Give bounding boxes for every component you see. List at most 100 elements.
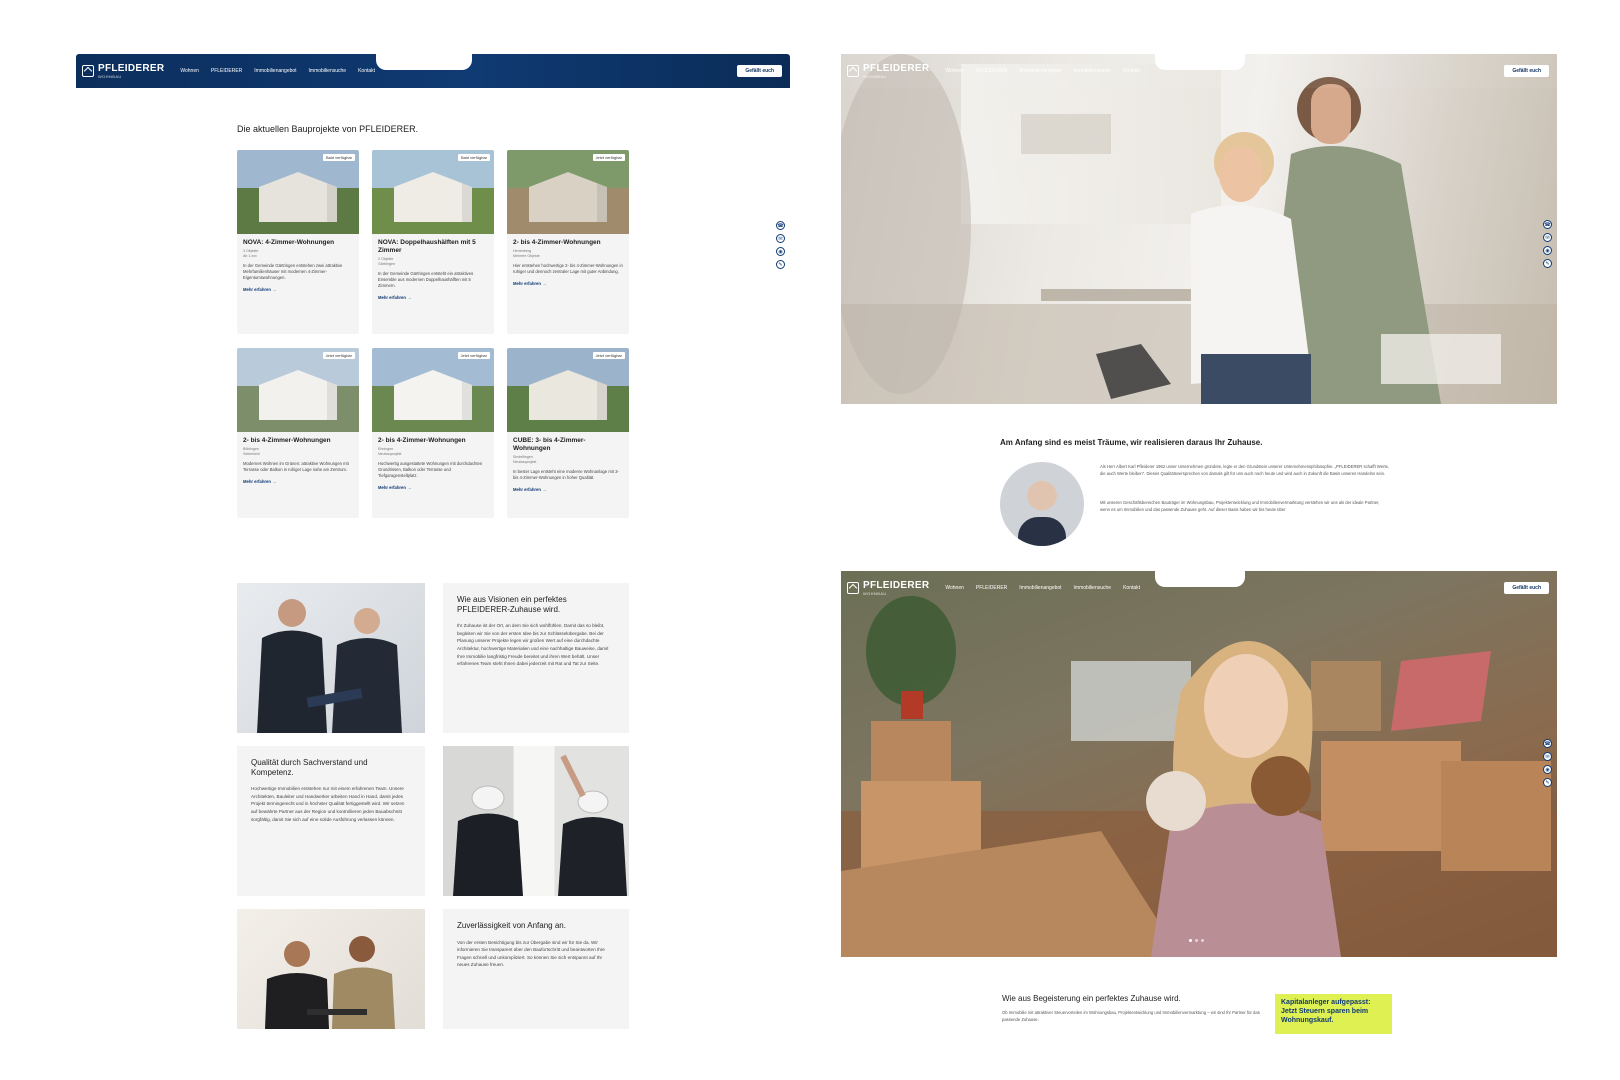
whatsapp-icon[interactable]: ◉ bbox=[1543, 246, 1552, 255]
project-more-link[interactable]: Mehr erfahren → bbox=[243, 479, 353, 484]
project-meta: Böblingen Seitenlicht bbox=[243, 447, 260, 456]
mail-icon[interactable]: ✉ bbox=[776, 234, 785, 243]
project-card[interactable]: Bald verfügbar NOVA: Doppelhaushälften mi… bbox=[372, 150, 494, 334]
nav-item-immobilienangebot[interactable]: Immobilienangebot bbox=[254, 68, 296, 74]
nav-item-kontakt[interactable]: Kontakt bbox=[1123, 585, 1140, 591]
slider-dot[interactable] bbox=[1201, 939, 1204, 942]
project-description: In der Gemeinde Gärtringen entsteht ein … bbox=[378, 270, 474, 289]
nav-item-immobilienangebot[interactable]: Immobilienangebot bbox=[1019, 585, 1061, 591]
project-card[interactable]: Bald verfügbar NOVA: 4-Zimmer-Wohnungen 3 … bbox=[237, 150, 359, 334]
contact-button[interactable]: Gefällt euch bbox=[737, 65, 782, 77]
project-more-label: Mehr erfahren bbox=[513, 487, 541, 493]
project-more-link[interactable]: Mehr erfahren → bbox=[513, 487, 623, 492]
mail-icon[interactable]: ✉ bbox=[1543, 752, 1552, 761]
chat-icon[interactable]: ✎ bbox=[776, 260, 785, 269]
construction-workers-photo bbox=[443, 746, 629, 896]
nav-item-pfleiderer[interactable]: PFLEIDERER bbox=[976, 68, 1007, 74]
nav-item-pfleiderer[interactable]: PFLEIDERER bbox=[211, 68, 242, 74]
slider-dot[interactable] bbox=[1189, 939, 1192, 942]
whatsapp-icon[interactable]: ◉ bbox=[776, 247, 785, 256]
project-more-link[interactable]: Mehr erfahren → bbox=[243, 287, 353, 292]
nav-item-kontakt[interactable]: Kontakt bbox=[1123, 68, 1140, 74]
phone-icon[interactable]: ☎ bbox=[1543, 739, 1552, 748]
project-card[interactable]: Jetzt verfügbar 2- bis 4-Zimmer-Wohnungen… bbox=[372, 348, 494, 518]
chat-icon[interactable]: ✎ bbox=[1543, 778, 1552, 787]
project-title: NOVA: 4-Zimmer-Wohnungen bbox=[243, 239, 335, 246]
project-card[interactable]: Jetzt verfügbar 2- bis 4-Zimmer-Wohnungen… bbox=[237, 348, 359, 518]
nav-item-immobiliensuche[interactable]: Immobiliensuche bbox=[1074, 585, 1112, 591]
enthusiasm-paragraph: Ob Immobilie mit attraktiver Steuervorte… bbox=[1002, 1010, 1260, 1022]
consulting-photo bbox=[237, 909, 425, 1029]
hero-couple: PFLEIDERER WOHNBAU Wohnen PFLEIDERER Immo… bbox=[841, 54, 1557, 404]
nav-item-immobiliensuche[interactable]: Immobiliensuche bbox=[309, 68, 347, 74]
quality-card-vision: Wie aus Visionen ein perfektes PFLEIDERE… bbox=[443, 583, 629, 733]
chat-icon[interactable]: ✎ bbox=[1543, 259, 1552, 268]
nav-item-kontakt[interactable]: Kontakt bbox=[358, 68, 375, 74]
project-title: 2- bis 4-Zimmer-Wohnungen bbox=[378, 437, 466, 444]
hero-girl-navigation: PFLEIDERER WOHNBAU Wohnen PFLEIDERER Immo… bbox=[841, 571, 1557, 605]
project-status-badge: Jetzt verfügbar bbox=[592, 154, 625, 161]
brand-logo[interactable]: PFLEIDERER WOHNBAU bbox=[82, 63, 164, 79]
project-status-badge: Jetzt verfügbar bbox=[322, 352, 355, 359]
project-more-link[interactable]: Mehr erfahren → bbox=[513, 281, 623, 286]
phone-icon[interactable]: ☎ bbox=[1543, 220, 1552, 229]
nav-item-pfleiderer[interactable]: PFLEIDERER bbox=[976, 585, 1007, 591]
hero-girl-image bbox=[841, 596, 1557, 957]
hero-couple-navigation: PFLEIDERER WOHNBAU Wohnen PFLEIDERER Immo… bbox=[841, 54, 1557, 88]
project-card[interactable]: Jetzt verfügbar CUBE: 3- bis 4-Zimmer-Woh… bbox=[507, 348, 629, 518]
contact-side-rail: ☎ ✉ ◉ ✎ bbox=[1543, 220, 1552, 268]
house-logo-icon bbox=[847, 582, 859, 594]
phone-icon[interactable]: ☎ bbox=[776, 221, 785, 230]
quality-reliability-body: Von der ersten Besichtigung bis zur Über… bbox=[457, 939, 605, 968]
nav-item-immobilienangebot[interactable]: Immobilienangebot bbox=[1019, 68, 1061, 74]
project-description: Hier entstehen hochwertige 2- bis 4-Zimm… bbox=[513, 262, 623, 274]
team-meeting-image bbox=[257, 599, 402, 733]
project-card-body: 2- bis 4-Zimmer-Wohnungen Böblingen Seite… bbox=[237, 432, 359, 489]
team-meeting-photo bbox=[237, 583, 425, 733]
nav-item-wohnen[interactable]: Wohnen bbox=[180, 68, 199, 74]
project-more-link[interactable]: Mehr erfahren → bbox=[378, 485, 488, 490]
main-navigation: PFLEIDERER WOHNBAU Wohnen PFLEIDERER Immo… bbox=[76, 54, 790, 88]
house-building-shape bbox=[394, 172, 472, 222]
brand-logo[interactable]: PFLEIDERER WOHNBAU bbox=[847, 580, 929, 596]
house-building-shape bbox=[529, 172, 607, 222]
nav-item-wohnen[interactable]: Wohnen bbox=[945, 68, 964, 74]
project-status-badge: Jetzt verfügbar bbox=[457, 352, 490, 359]
project-more-label: Mehr erfahren bbox=[513, 281, 541, 286]
investor-promo-banner[interactable]: Kapitalanleger aufgepasst: Jetzt Steuern… bbox=[1275, 994, 1392, 1034]
project-meta: Sindelfingen Neubauprojekt bbox=[513, 455, 537, 465]
about-paragraph-1: Als Herr Albert Karl Pfleiderer 1962 uns… bbox=[1100, 464, 1390, 476]
project-description: Modernes Wohnen im Grünen: attraktive Wo… bbox=[243, 460, 349, 472]
brand-logo[interactable]: PFLEIDERER WOHNBAU bbox=[847, 63, 929, 79]
contact-button-label: Gefällt euch bbox=[745, 68, 774, 74]
project-card-body: 2- bis 4-Zimmer-Wohnungen Herrenberg Mehr… bbox=[507, 234, 629, 291]
nav-notch bbox=[1155, 54, 1245, 70]
brand-name: PFLEIDERER bbox=[98, 63, 165, 74]
house-logo-icon bbox=[847, 65, 859, 77]
project-image: Jetzt verfügbar bbox=[372, 348, 494, 432]
mail-icon[interactable]: ✉ bbox=[1543, 233, 1552, 242]
nav-notch bbox=[376, 54, 472, 70]
nav-item-wohnen[interactable]: Wohnen bbox=[945, 585, 964, 591]
project-title: NOVA: Doppelhaushälften mit 5 Zimmer bbox=[378, 239, 476, 255]
project-image: Jetzt verfügbar bbox=[237, 348, 359, 432]
project-status-badge: Bald verfügbar bbox=[322, 154, 355, 161]
contact-button[interactable]: Gefällt euch bbox=[1504, 65, 1549, 77]
contact-button[interactable]: Gefällt euch bbox=[1504, 582, 1549, 594]
project-title: 2- bis 4-Zimmer-Wohnungen bbox=[513, 239, 601, 246]
nav-menu: Wohnen PFLEIDERER Immobilienangebot Immo… bbox=[945, 68, 1140, 74]
brand-name: PFLEIDERER bbox=[863, 580, 930, 591]
project-more-label: Mehr erfahren bbox=[243, 287, 271, 293]
project-more-link[interactable]: Mehr erfahren → bbox=[378, 295, 488, 300]
project-status-badge: Bald verfügbar bbox=[457, 154, 490, 161]
nav-item-immobiliensuche[interactable]: Immobiliensuche bbox=[1074, 68, 1112, 74]
house-building-shape bbox=[259, 172, 337, 222]
whatsapp-icon[interactable]: ◉ bbox=[1543, 765, 1552, 774]
project-card-body: CUBE: 3- bis 4-Zimmer-Wohnungen Sindelfin… bbox=[507, 432, 629, 497]
quality-vision-title: Wie aus Visionen ein perfektes PFLEIDERE… bbox=[457, 595, 567, 614]
slider-dot[interactable] bbox=[1195, 939, 1198, 942]
hero-couple-image bbox=[841, 54, 1557, 404]
consulting-image bbox=[265, 936, 395, 1029]
brand-tagline: WOHNBAU bbox=[863, 74, 887, 79]
project-card[interactable]: Jetzt verfügbar 2- bis 4-Zimmer-Wohnungen… bbox=[507, 150, 629, 334]
